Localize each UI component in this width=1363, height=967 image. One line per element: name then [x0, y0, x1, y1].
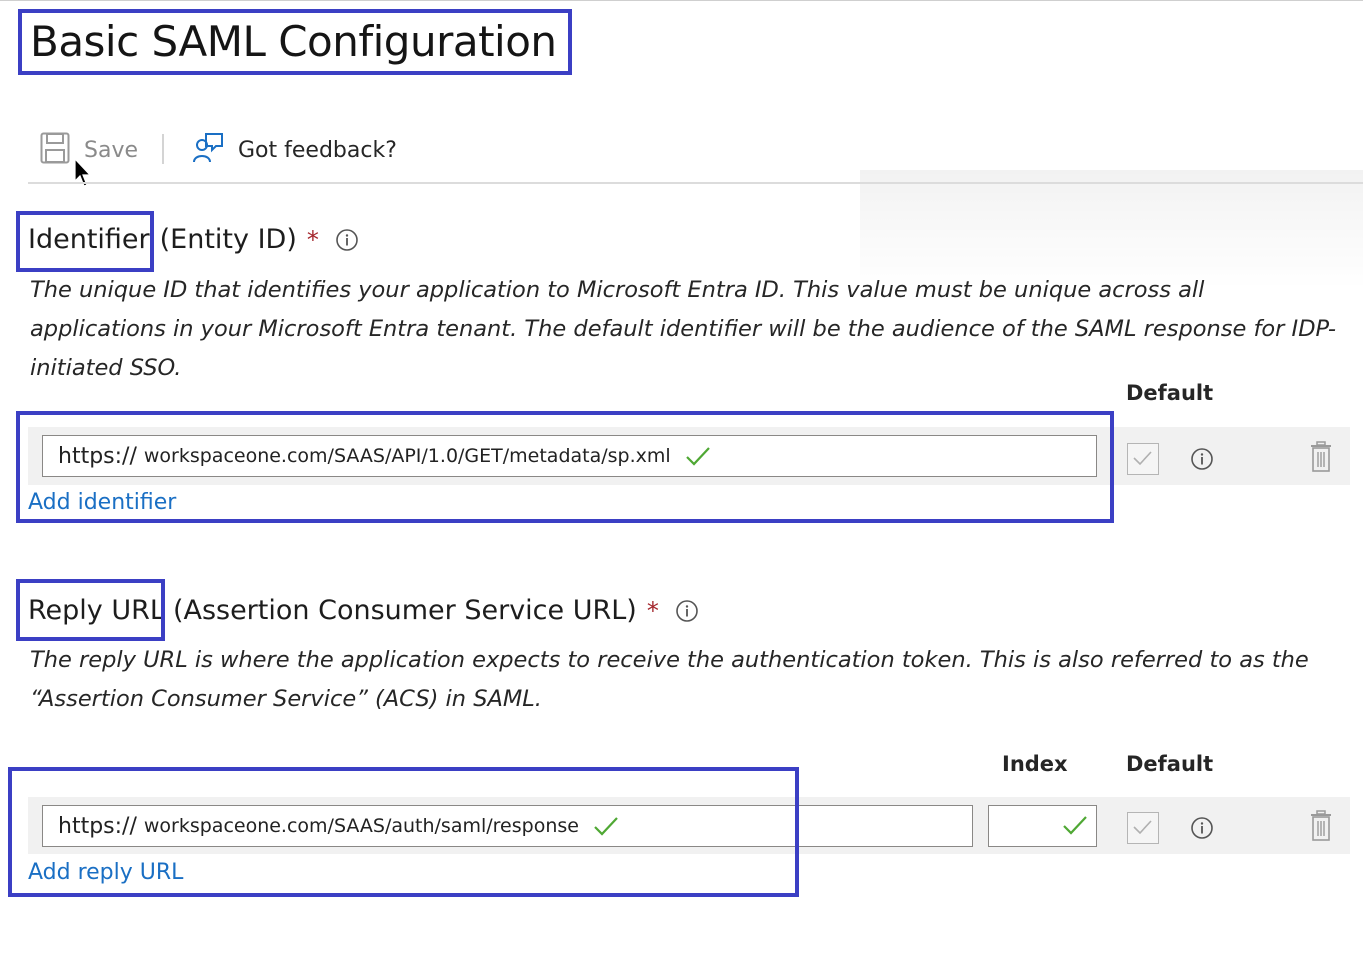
save-icon [40, 132, 70, 168]
identifier-title-suffix: (Entity ID) [159, 224, 297, 255]
feedback-icon [192, 132, 224, 168]
identifier-info-icon[interactable] [335, 228, 359, 252]
reply-url-title-suffix: (Assertion Consumer Service URL) [172, 595, 637, 626]
highlight-reply-url-title [16, 579, 165, 641]
reply-url-row-info-icon[interactable] [1190, 816, 1214, 840]
identifier-delete-icon[interactable] [1309, 441, 1333, 473]
identifier-default-header: Default [1126, 381, 1214, 405]
valid-check-icon [1062, 815, 1088, 835]
reply-url-info-icon[interactable] [675, 599, 699, 623]
toolbar-separator [162, 134, 164, 164]
reply-url-default-checkbox[interactable] [1127, 812, 1159, 844]
saml-config-page: Basic SAML Configuration Save Got feedba… [0, 0, 1363, 967]
reply-url-index-input[interactable] [988, 805, 1097, 847]
mouse-pointer-icon [73, 157, 93, 192]
identifier-row-info-icon[interactable] [1190, 447, 1214, 471]
required-marker: * [306, 225, 319, 254]
highlight-identifier-input [16, 411, 1114, 523]
feedback-label: Got feedback? [238, 137, 397, 163]
reply-url-default-header: Default [1126, 752, 1214, 776]
highlight-reply-url-input [8, 767, 799, 897]
required-marker: * [646, 596, 659, 625]
reply-url-index-header: Index [1002, 752, 1068, 776]
toolbar-divider [28, 182, 1363, 184]
identifier-description: The unique ID that identifies your appli… [30, 277, 1336, 381]
highlight-identifier-title [16, 211, 154, 272]
reply-url-delete-icon[interactable] [1309, 810, 1333, 842]
feedback-button[interactable]: Got feedback? [192, 132, 397, 168]
reply-url-description: The reply URL is where the application e… [30, 647, 1309, 712]
top-divider [0, 0, 1363, 1]
highlight-page-title [18, 9, 572, 75]
identifier-default-checkbox[interactable] [1127, 443, 1159, 475]
